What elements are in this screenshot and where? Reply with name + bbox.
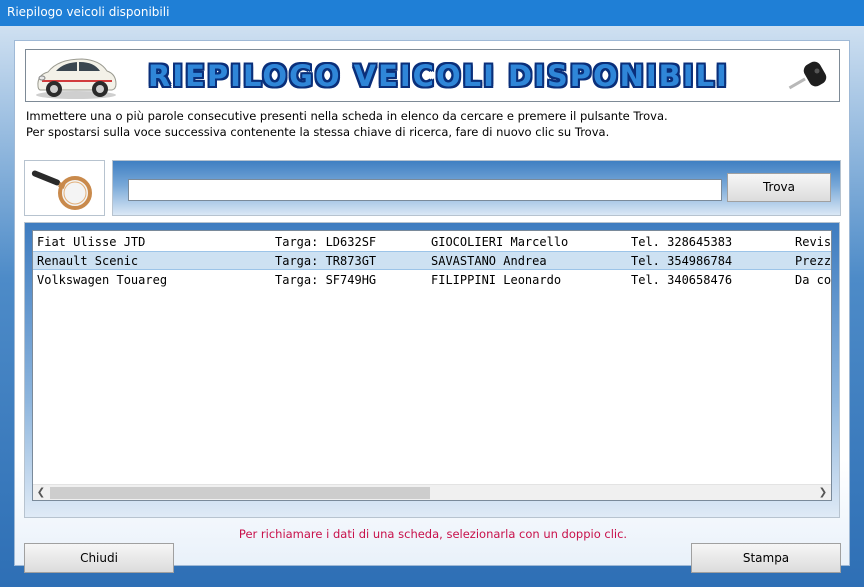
close-button[interactable]: Chiudi [24, 543, 174, 573]
car-icon [36, 58, 117, 99]
scroll-right-icon[interactable]: ❯ [815, 485, 831, 500]
window-title: Riepilogo veicoli disponibili [7, 5, 170, 19]
vehicle-owner: SAVASTANO Andrea [431, 254, 547, 268]
vehicle-phone: Tel. 340658476 [631, 273, 733, 287]
vehicle-model: Volkswagen Touareg [37, 273, 168, 287]
instruction-line-1: Immettere una o più parole consecutive p… [26, 109, 668, 123]
scrollbar-thumb[interactable] [50, 487, 430, 499]
vehicle-plate: Targa: TR873GT [275, 254, 377, 268]
magnifier-icon [31, 170, 92, 210]
magnifier-box [24, 160, 105, 216]
horizontal-scrollbar[interactable]: ❮ ❯ [33, 484, 831, 500]
vehicle-phone: Tel. 354986784 [631, 254, 733, 268]
list-item[interactable]: Volkswagen Touareg Targa: SF749HG FILIPP… [33, 271, 831, 290]
search-bar: Trova [112, 160, 841, 216]
vehicle-phone: Tel. 328645383 [631, 235, 733, 249]
double-click-hint: Per richiamare i dati di una scheda, sel… [238, 527, 628, 541]
vehicle-plate: Targa: LD632SF [275, 235, 377, 249]
instruction-line-2: Per spostarsi sulla voce successiva cont… [26, 125, 610, 139]
list-item-selected[interactable]: Renault Scenic Targa: TR873GT SAVASTANO … [33, 251, 831, 270]
search-input[interactable] [128, 179, 722, 201]
vehicle-note: Revis [795, 235, 832, 249]
list-item[interactable]: Fiat Ulisse JTD Targa: LD632SF GIOCOLIER… [33, 233, 831, 252]
title-bar: Riepilogo veicoli disponibili [0, 0, 864, 26]
window-frame: RIEPILOGO VEICOLI DISPONIBILI Immettere … [0, 26, 864, 587]
main-panel: RIEPILOGO VEICOLI DISPONIBILI Immettere … [14, 40, 850, 573]
vehicle-model: Renault Scenic [37, 254, 139, 268]
vehicle-list[interactable]: Fiat Ulisse JTD Targa: LD632SF GIOCOLIER… [32, 230, 832, 501]
vehicle-owner: FILIPPINI Leonardo [431, 273, 562, 287]
results-panel: Fiat Ulisse JTD Targa: LD632SF GIOCOLIER… [24, 222, 840, 518]
vehicle-owner: GIOCOLIERI Marcello [431, 235, 569, 249]
vehicle-model: Fiat Ulisse JTD [37, 235, 146, 249]
car-key-icon [788, 61, 827, 90]
scroll-left-icon[interactable]: ❮ [33, 485, 49, 500]
print-button[interactable]: Stampa [691, 543, 841, 573]
find-button[interactable]: Trova [727, 173, 831, 202]
header-banner: RIEPILOGO VEICOLI DISPONIBILI [25, 49, 840, 102]
banner-title: RIEPILOGO VEICOLI DISPONIBILI [148, 59, 729, 93]
vehicle-plate: Targa: SF749HG [275, 273, 377, 287]
vehicle-note: Prezz [795, 254, 832, 268]
vehicle-note: Da co [795, 273, 832, 287]
